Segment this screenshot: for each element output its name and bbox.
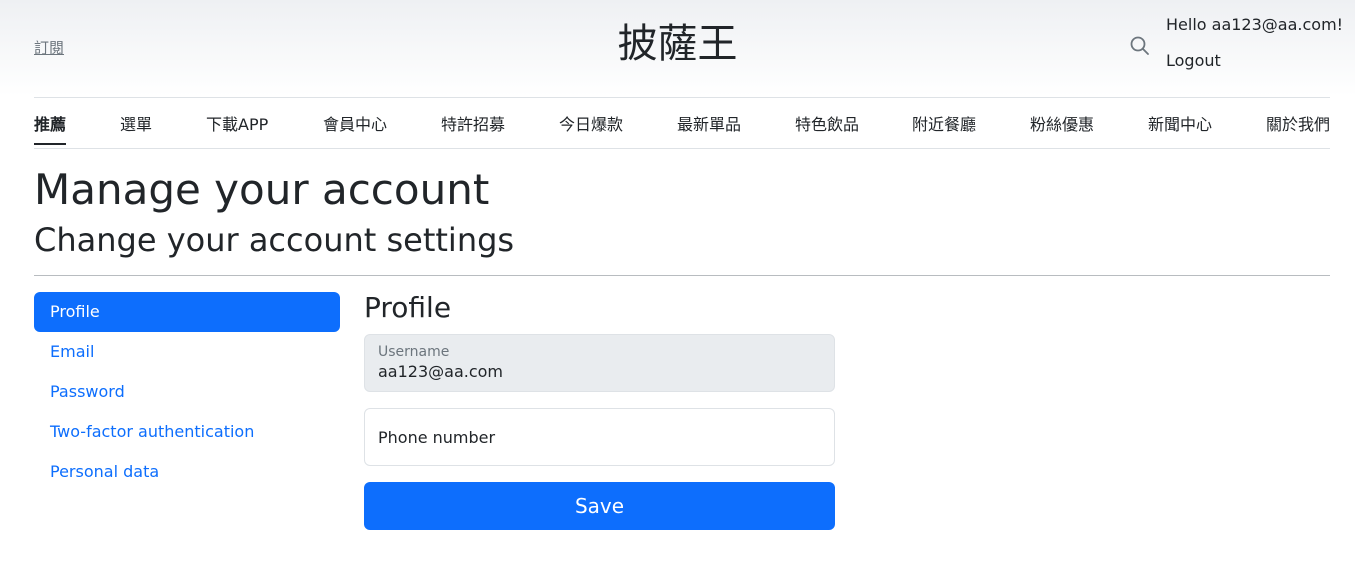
logout-link[interactable]: Logout — [1166, 51, 1221, 70]
user-greeting: Hello aa123@aa.com! — [1166, 15, 1344, 34]
site-header: 訂閱 披薩王 Hello aa123@aa.com! Logout — [0, 0, 1355, 96]
nav-item-news[interactable]: 新聞中心 — [1148, 111, 1212, 143]
nav-item-franchise[interactable]: 特許招募 — [441, 111, 505, 143]
sidebar-item-profile[interactable]: Profile — [34, 292, 340, 332]
brand-title: 披薩王 — [617, 21, 738, 67]
nav-item-new-items[interactable]: 最新單品 — [677, 111, 741, 143]
username-field: Username aa123@aa.com — [364, 334, 835, 392]
profile-heading: Profile — [364, 291, 452, 324]
sidebar-item-personal-data[interactable]: Personal data — [34, 452, 340, 492]
nav-item-about[interactable]: 關於我們 — [1266, 111, 1330, 143]
sidebar-item-password[interactable]: Password — [34, 372, 340, 412]
search-icon[interactable] — [1129, 35, 1151, 57]
nav-item-member-center[interactable]: 會員中心 — [323, 111, 387, 143]
sidebar-item-two-factor[interactable]: Two-factor authentication — [34, 412, 340, 452]
username-label: Username — [378, 344, 450, 360]
nav-item-download-app[interactable]: 下載APP — [206, 111, 268, 143]
phone-number-field[interactable]: Phone number — [364, 408, 835, 466]
nav-item-menu[interactable]: 選單 — [120, 111, 152, 143]
nav-item-recommended[interactable]: 推薦 — [34, 111, 67, 145]
phone-number-placeholder: Phone number — [378, 428, 496, 447]
sidebar-item-email[interactable]: Email — [34, 332, 340, 372]
nav-item-drinks[interactable]: 特色飲品 — [795, 111, 859, 143]
page-title: Manage your account — [34, 165, 490, 214]
username-value: aa123@aa.com — [378, 362, 504, 381]
main-nav: 推薦 選單 下載APP 會員中心 特許招募 今日爆款 最新單品 特色飲品 附近餐… — [34, 98, 1330, 148]
account-sidebar: Profile Email Password Two-factor authen… — [34, 292, 340, 492]
page-subtitle: Change your account settings — [34, 221, 515, 259]
content-divider — [34, 275, 1330, 276]
nav-item-nearby[interactable]: 附近餐廳 — [912, 111, 976, 143]
save-button[interactable]: Save — [364, 482, 835, 530]
nav-item-hot-today[interactable]: 今日爆款 — [559, 111, 623, 143]
nav-item-fan-offers[interactable]: 粉絲優惠 — [1030, 111, 1094, 143]
nav-divider — [34, 148, 1330, 149]
